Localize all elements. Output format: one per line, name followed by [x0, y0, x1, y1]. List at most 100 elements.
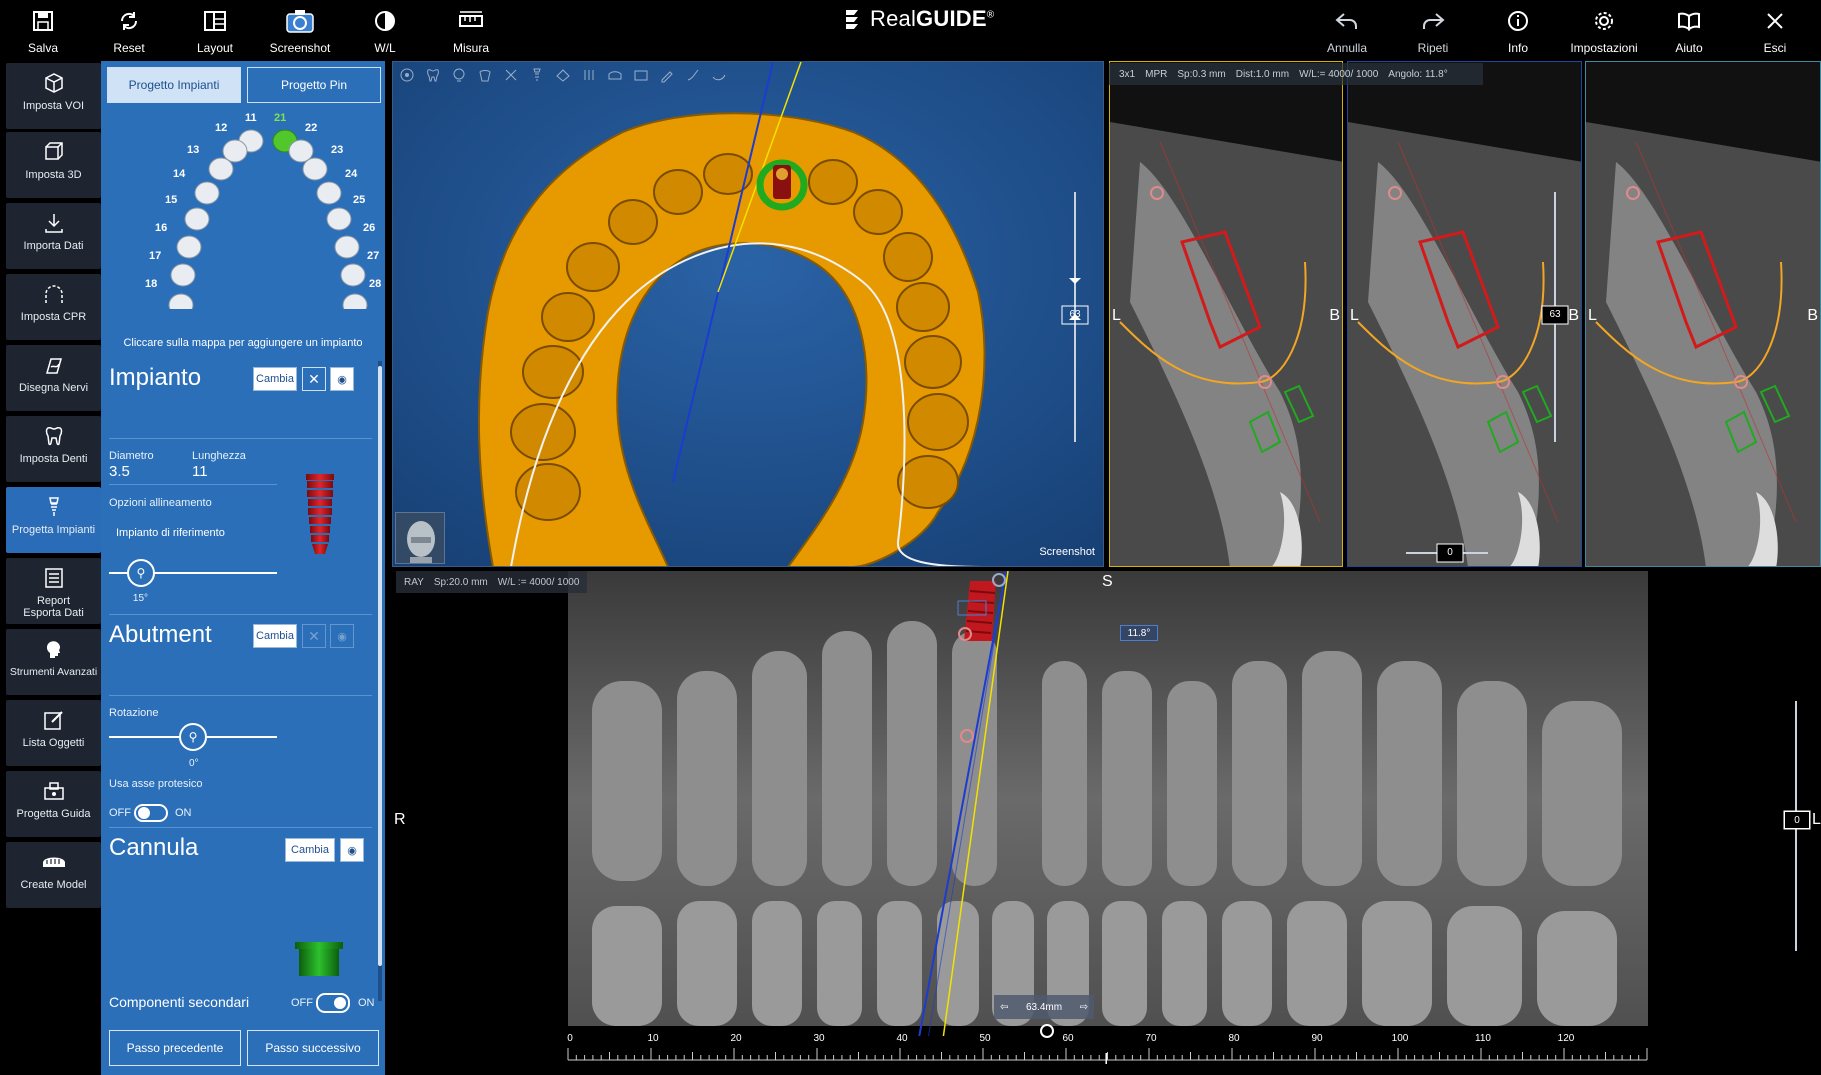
settings-label: Impostazioni	[1570, 41, 1638, 55]
skull-icon[interactable]	[449, 65, 469, 85]
tooth-28[interactable]	[342, 293, 368, 309]
exit-button[interactable]: Esci	[1732, 0, 1818, 61]
sidebar-item-imposta-denti[interactable]: Imposta Denti	[6, 416, 101, 482]
cannula-section-title: Cannula	[109, 834, 199, 861]
abutment-remove-button[interactable]: ✕	[302, 624, 326, 648]
sidebar-item-strumenti-avanzati[interactable]: Strumenti Avanzati	[6, 629, 101, 695]
sidebar-item-report-esporta-dati[interactable]: Report Esporta Dati	[6, 558, 101, 624]
mpr-slice-value[interactable]: 63	[1542, 309, 1568, 320]
cannula-change-button[interactable]: Cambia	[285, 838, 335, 862]
tooth-number-26: 26	[363, 222, 375, 234]
sidebar-item-progetta-guida[interactable]: Progetta Guida	[6, 771, 101, 837]
dental-arch-map[interactable]: 11 12 1314 15 16 17 18 21 22 2324 25 26 27 28	[101, 109, 385, 309]
tab-progetto-impianti[interactable]: Progetto Impianti	[107, 67, 241, 103]
mpr-rotation-value[interactable]: 0	[1437, 547, 1463, 558]
pins-icon[interactable]	[579, 65, 599, 85]
implant-icon: ⚲	[188, 730, 198, 744]
tooth-number-12: 12	[215, 122, 227, 134]
reset-button[interactable]: Reset	[86, 0, 172, 61]
view-3d[interactable]: 63 Screenshot	[392, 61, 1104, 567]
mpr-view-2[interactable]: 63 0 L B	[1347, 61, 1582, 567]
tooth-number-11: 11	[245, 112, 257, 124]
tooth-13[interactable]	[208, 157, 234, 181]
screenshot-button[interactable]: Screenshot	[257, 0, 343, 61]
layout-button[interactable]: Layout	[172, 0, 258, 61]
length-value[interactable]: 11	[192, 463, 208, 480]
sidebar-item-imposta-voi[interactable]: Imposta VOI	[6, 63, 101, 129]
implant-icon[interactable]	[527, 65, 547, 85]
cannula-visibility-button[interactable]: ◉	[340, 838, 364, 862]
redo-button[interactable]: Ripeti	[1390, 0, 1476, 61]
panoramic-view[interactable]: RAY Sp:20.0 mm W/L := 4000/ 1000 S R L I…	[392, 571, 1821, 1075]
panel-scrollbar[interactable]	[378, 366, 382, 966]
implant-visibility-button[interactable]: ◉	[330, 367, 354, 391]
orientation-head-widget[interactable]	[395, 512, 445, 564]
sidebar-item-disegna-nervi[interactable]: Disegna Nervi	[6, 345, 101, 411]
tooth-27[interactable]	[340, 263, 366, 287]
tab-progetto-pin[interactable]: Progetto Pin	[247, 67, 381, 103]
draw-icon[interactable]	[683, 65, 703, 85]
secondary-components-toggle[interactable]	[316, 993, 350, 1013]
sidebar-item-imposta-cpr[interactable]: Imposta CPR	[6, 274, 101, 340]
ruler-label: 120	[1557, 1033, 1575, 1044]
alignment-angle-slider[interactable]: ⚲	[126, 559, 155, 587]
ruler-label: 40	[896, 1033, 908, 1044]
mpr-window-level: W/L:= 4000/ 1000	[1299, 68, 1379, 80]
tooth-18[interactable]	[168, 293, 194, 309]
diameter-value[interactable]: 3.5	[109, 463, 130, 480]
pano-slice-value[interactable]: 0	[1784, 811, 1810, 829]
tooth-16[interactable]	[176, 235, 202, 259]
ruler-label: 110	[1475, 1033, 1491, 1044]
tooth-25[interactable]	[326, 207, 352, 231]
prosthetic-axis-toggle[interactable]	[134, 804, 168, 822]
sidebar-item-create-model[interactable]: Create Model	[6, 842, 101, 908]
ruler-label: 10	[647, 1033, 659, 1044]
tooth-14[interactable]	[194, 181, 220, 205]
view3d-slice-value[interactable]: 63	[1062, 309, 1088, 320]
abutment-change-button[interactable]: Cambia	[253, 624, 297, 648]
sidebar-item-imposta-3d[interactable]: Imposta 3D	[6, 132, 101, 198]
panoramic-image	[392, 571, 1821, 1075]
tooth-23[interactable]	[302, 157, 328, 181]
pano-distance-control[interactable]: ⇦ 63.4mm ⇨	[994, 995, 1094, 1019]
secondary-components-label: Componenti secondari	[109, 994, 250, 1010]
implant-remove-button[interactable]: ✕	[302, 367, 326, 391]
tooth-15[interactable]	[184, 207, 210, 231]
sidebar-item-importa-dati[interactable]: Importa Dati	[6, 203, 101, 269]
tooth-17[interactable]	[170, 263, 196, 287]
pen-icon[interactable]	[657, 65, 677, 85]
model-icon[interactable]	[605, 65, 625, 85]
tooth-icon[interactable]	[423, 65, 443, 85]
window-level-button[interactable]: W/L	[342, 0, 428, 61]
abutment-visibility-button[interactable]: ◉	[330, 624, 354, 648]
sidebar-item-lista-oggetti[interactable]: Lista Oggetti	[6, 700, 101, 766]
settings-button[interactable]: Impostazioni	[1561, 0, 1647, 61]
exit-label: Esci	[1763, 41, 1787, 55]
diameter-label: Diametro	[109, 450, 154, 462]
rotation-slider[interactable]: ⚲	[179, 723, 207, 751]
cross-icon[interactable]	[501, 65, 521, 85]
close-icon: ✕	[308, 370, 320, 387]
curve-icon[interactable]	[709, 65, 729, 85]
scan-icon[interactable]	[631, 65, 651, 85]
tooth-26[interactable]	[334, 235, 360, 259]
guide-icon[interactable]	[553, 65, 573, 85]
sidebar-item-progetta-impianti[interactable]: Progetta Impianti	[6, 487, 101, 553]
measure-button[interactable]: Misura	[428, 0, 514, 61]
reset-label: Reset	[113, 41, 145, 55]
arrow-right-icon[interactable]: ⇨	[1080, 1002, 1088, 1013]
tooth-24[interactable]	[316, 181, 342, 205]
previous-step-button[interactable]: Passo precedente	[109, 1030, 241, 1066]
save-button[interactable]: Salva	[0, 0, 86, 61]
view3d-screenshot-link[interactable]: Screenshot	[1039, 546, 1095, 558]
undo-button[interactable]: Annulla	[1304, 0, 1390, 61]
crown-icon[interactable]	[475, 65, 495, 85]
help-button[interactable]: Aiuto	[1646, 0, 1732, 61]
info-button[interactable]: Info	[1475, 0, 1561, 61]
implant-change-button[interactable]: Cambia	[253, 367, 297, 391]
next-step-button[interactable]: Passo successivo	[247, 1030, 379, 1066]
mpr-view-1[interactable]: L B	[1109, 61, 1343, 567]
arrow-left-icon[interactable]: ⇦	[1000, 1002, 1008, 1013]
radiation-icon[interactable]	[397, 65, 417, 85]
mpr-view-3[interactable]: L B	[1585, 61, 1821, 567]
